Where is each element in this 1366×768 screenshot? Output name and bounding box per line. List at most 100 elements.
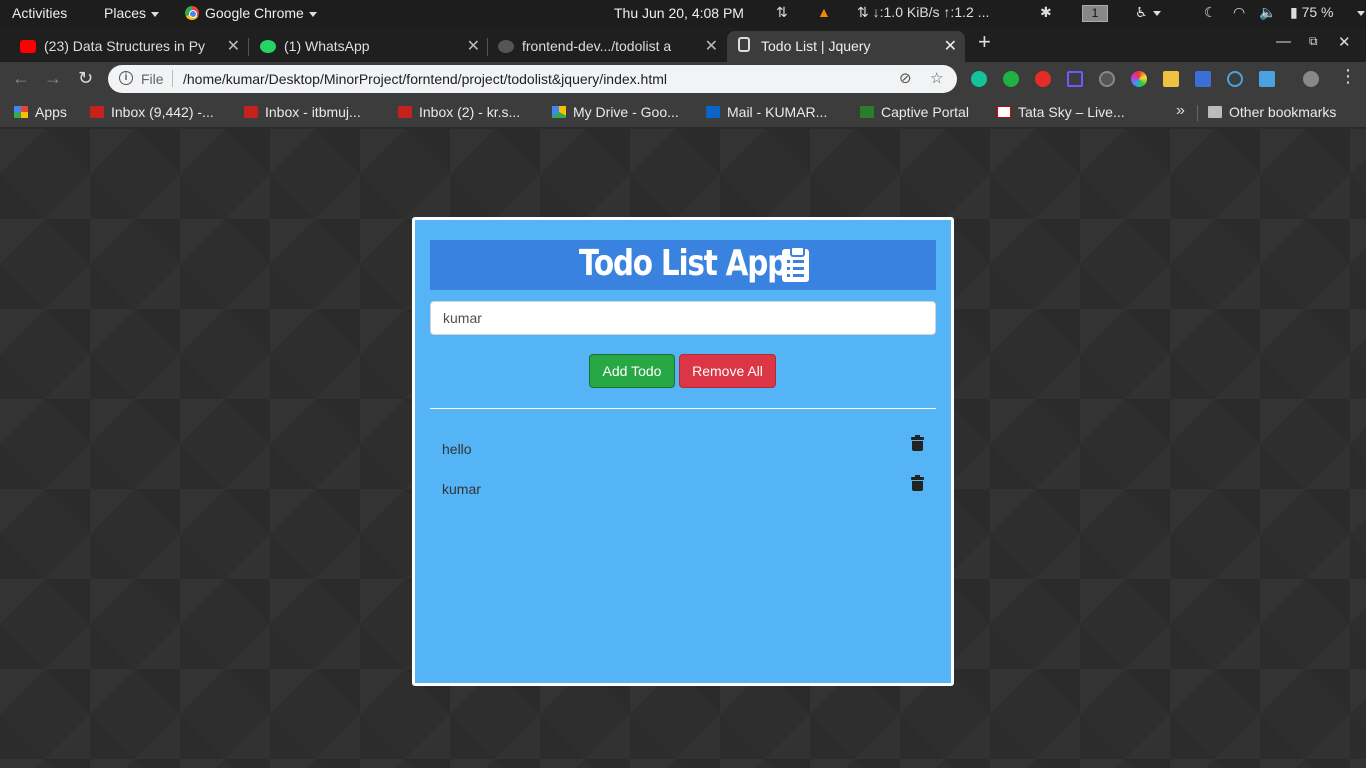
close-icon[interactable]: ✕ [944,36,957,56]
bookmark-inbox-3[interactable]: Inbox (2) - kr.s... [398,104,520,120]
places-label: Places [104,5,147,21]
minimize-icon[interactable]: — [1276,33,1291,50]
remove-all-button[interactable]: Remove All [679,354,776,388]
network-arrows-icon[interactable]: ⇅ [776,4,788,21]
puzzle-extension-icon[interactable] [1163,71,1179,87]
chevron-down-icon [1152,10,1161,16]
screen-capture-icon[interactable] [1067,71,1083,87]
list-line [793,260,804,263]
tab-title: Todo List | Jquery [761,38,871,54]
back-arrow-icon[interactable]: ← [12,68,30,89]
forward-arrow-icon[interactable]: → [44,68,62,89]
add-todo-button[interactable]: Add Todo [589,354,675,388]
places-menu[interactable]: Places [104,5,160,21]
outlook-icon [706,106,720,118]
list-line [793,267,804,270]
battery-icon: ▮ [1290,4,1302,20]
tab-whatsapp[interactable]: (1) WhatsApp ✕ [240,31,488,62]
bookmark-divider [1197,105,1198,121]
clock[interactable]: Thu Jun 20, 4:08 PM [614,5,744,21]
activities-button[interactable]: Activities [12,5,67,21]
bluetooth-icon[interactable]: ✱ [1040,4,1052,21]
bookmark-inbox-1[interactable]: Inbox (9,442) -... [90,104,214,120]
bookmark-label: My Drive - Goo... [573,104,679,120]
grammarly-icon[interactable] [971,71,987,87]
chevron-down-icon [151,11,160,17]
page-icon [738,37,750,52]
web-extension-icon[interactable] [1195,71,1211,87]
youtube-icon [20,40,36,53]
net-speed[interactable]: ⇅ ↓:1.0 KiB/s ↑:1.2 ... [857,4,989,21]
bookmark-tata-sky[interactable]: Tata Sky – Live... [997,104,1125,120]
list-bullet [787,260,790,263]
other-bookmarks-label: Other bookmarks [1229,104,1337,120]
system-top-bar: Activities Places Google Chrome Thu Jun … [0,0,1366,27]
bookmark-mail[interactable]: Mail - KUMAR... [706,104,827,120]
url-text[interactable]: /home/kumar/Desktop/MinorProject/fornten… [183,71,667,87]
tab-title: (1) WhatsApp [284,38,370,54]
restore-icon[interactable]: ⧉ [1309,34,1318,49]
portal-icon [860,106,874,118]
bookmark-star-icon[interactable]: ☆ [930,69,943,87]
vlc-icon[interactable]: ▲ [817,4,831,20]
close-window-icon[interactable]: ✕ [1338,33,1351,51]
volume-icon[interactable]: 🔈 [1259,4,1276,21]
app-menu-label: Google Chrome [205,5,304,21]
divider [430,408,936,409]
bookmark-captive-portal[interactable]: Captive Portal [860,104,969,120]
todo-item: kumar [430,473,936,503]
blocked-cookies-icon[interactable]: ⊘ [899,69,912,87]
list-line [793,274,804,277]
net-speed-text: ↓:1.0 KiB/s ↑:1.2 ... [872,4,990,20]
wifi-icon[interactable]: ◠ [1233,4,1245,21]
hand-extension-icon[interactable] [1003,71,1019,87]
url-scheme: File [141,71,164,87]
adblock-icon[interactable] [1035,71,1051,87]
bookmark-label: Inbox (2) - kr.s... [419,104,521,120]
tatasky-icon [997,106,1011,118]
bookmark-inbox-2[interactable]: Inbox - itbmuj... [244,104,361,120]
address-bar[interactable]: i File /home/kumar/Desktop/MinorProject/… [108,65,957,93]
trash-icon[interactable] [911,475,924,491]
bookmark-drive[interactable]: My Drive - Goo... [552,104,679,120]
new-tab-icon[interactable]: + [978,29,991,55]
bookmark-apps[interactable]: Apps [14,104,67,120]
chevron-double-right-icon[interactable]: » [1176,102,1185,120]
browser-toolbar: ← → ↻ i File /home/kumar/Desktop/MinorPr… [0,62,1366,97]
workspace-indicator[interactable]: 1 [1082,5,1108,22]
info-icon[interactable]: i [119,71,133,85]
profile-avatar-icon[interactable] [1303,71,1319,87]
close-icon[interactable]: ✕ [227,36,240,56]
trash-can [912,481,923,491]
accessibility-icon[interactable]: ♿ [1135,4,1161,21]
app-header: Todo List App [430,240,936,290]
react-devtools-icon[interactable] [1227,71,1243,87]
chevron-down-icon [1357,10,1365,16]
system-menu-caret[interactable] [1352,4,1365,20]
tab-title: (23) Data Structures in Py [44,38,206,54]
g-extension-icon[interactable] [1259,71,1275,87]
bookmark-label: Mail - KUMAR... [727,104,828,120]
bookmarks-bar: Apps Inbox (9,442) -... Inbox - itbmuj..… [0,97,1366,128]
todo-text: hello [442,441,472,457]
tab-title: frontend-dev.../todolist a [522,38,672,54]
todo-text: kumar [442,481,481,497]
app-menu[interactable]: Google Chrome [185,5,317,21]
tab-data-structures[interactable]: (23) Data Structures in Py ✕ [0,31,248,62]
kebab-menu-icon[interactable]: ⋮ [1339,66,1357,87]
bookmark-label: Tata Sky – Live... [1018,104,1125,120]
reload-icon[interactable]: ↻ [78,68,93,89]
github-icon [498,40,514,53]
todo-input[interactable] [430,301,936,335]
transfer-icon: ⇅ [857,4,873,20]
record-icon[interactable] [1099,71,1115,87]
close-icon[interactable]: ✕ [705,36,718,56]
app-title: Todo List App [578,243,788,284]
night-light-icon[interactable]: ☾ [1204,4,1217,21]
tab-github[interactable]: frontend-dev.../todolist a ✕ [478,31,726,62]
tab-todo-list[interactable]: Todo List | Jquery ✕ [727,31,965,62]
color-picker-icon[interactable] [1131,71,1147,87]
battery-indicator[interactable]: ▮ 75 % [1290,4,1334,21]
trash-icon[interactable] [911,435,924,451]
other-bookmarks[interactable]: Other bookmarks [1208,104,1336,120]
